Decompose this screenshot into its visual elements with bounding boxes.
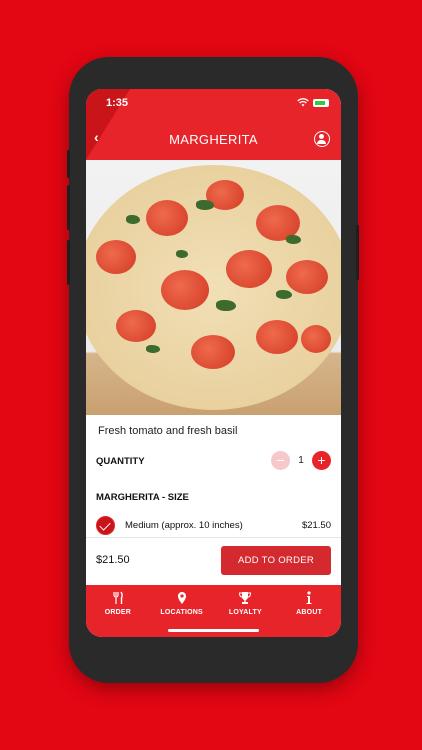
nav-label: ABOUT	[296, 609, 323, 616]
order-total: $21.50	[96, 554, 130, 566]
page-title: MARGHERITA	[169, 132, 258, 147]
wifi-icon	[297, 98, 309, 107]
size-option-label[interactable]: Medium (approx. 10 inches)	[125, 520, 243, 531]
app-header: 1:35 ‹ MARGHERITA	[86, 89, 341, 160]
nav-label: ORDER	[104, 609, 132, 616]
phone-side-button	[356, 225, 359, 280]
status-icons	[297, 98, 329, 107]
size-section-label: MARGHERITA - SIZE	[96, 492, 189, 503]
size-option-check-icon[interactable]	[96, 516, 115, 535]
nav-label: LOCATIONS	[160, 609, 203, 616]
order-footer: $21.50 ADD TO ORDER	[86, 537, 341, 585]
nav-item-order[interactable]: ORDER	[86, 585, 150, 637]
trophy-icon	[239, 592, 252, 604]
home-indicator[interactable]	[168, 629, 259, 632]
quantity-increase-button[interactable]: +	[312, 451, 331, 470]
phone-side-button	[67, 150, 70, 178]
phone-side-button	[67, 240, 70, 285]
app-screen: 1:35 ‹ MARGHERITA Fresh tomato and fresh…	[86, 89, 341, 637]
product-image	[86, 160, 341, 415]
profile-icon[interactable]	[314, 131, 330, 147]
nav-item-about[interactable]: ABOUT	[277, 585, 341, 637]
battery-icon	[313, 98, 329, 107]
phone-side-button	[67, 185, 70, 230]
quantity-value: 1	[298, 455, 304, 466]
quantity-label: QUANTITY	[96, 456, 145, 467]
info-icon	[306, 591, 312, 604]
status-time: 1:35	[106, 97, 129, 109]
product-description: Fresh tomato and fresh basil	[98, 425, 238, 437]
utensils-icon	[113, 591, 123, 604]
quantity-decrease-button[interactable]: −	[271, 451, 290, 470]
map-pin-icon	[177, 592, 186, 604]
add-to-order-button[interactable]: ADD TO ORDER	[221, 546, 331, 575]
nav-label: LOYALTY	[228, 609, 262, 616]
size-option-price: $21.50	[301, 520, 331, 531]
